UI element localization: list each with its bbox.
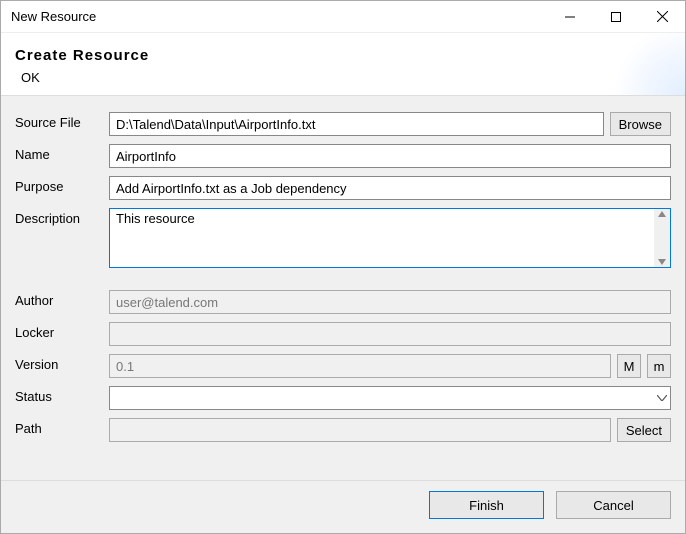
name-label: Name bbox=[15, 144, 103, 162]
row-locker: Locker bbox=[15, 322, 671, 346]
maximize-icon bbox=[611, 12, 621, 22]
status-label: Status bbox=[15, 386, 103, 404]
version-major-button[interactable]: M bbox=[617, 354, 641, 378]
version-minor-button[interactable]: m bbox=[647, 354, 671, 378]
version-input bbox=[109, 354, 611, 378]
chevron-down-icon bbox=[657, 395, 667, 401]
scroll-down-icon bbox=[658, 259, 666, 265]
row-purpose: Purpose bbox=[15, 176, 671, 200]
close-icon bbox=[657, 11, 668, 22]
dialog: New Resource Create Resource OK Source F… bbox=[0, 0, 686, 534]
purpose-label: Purpose bbox=[15, 176, 103, 194]
header-title: Create Resource bbox=[15, 47, 671, 64]
row-source-file: Source File Browse bbox=[15, 112, 671, 136]
row-path: Path Select bbox=[15, 418, 671, 442]
cancel-button[interactable]: Cancel bbox=[556, 491, 671, 519]
scroll-up-icon bbox=[658, 211, 666, 217]
version-label: Version bbox=[15, 354, 103, 372]
status-select-wrap[interactable] bbox=[109, 386, 671, 410]
close-button[interactable] bbox=[639, 1, 685, 33]
source-file-input[interactable] bbox=[109, 112, 604, 136]
maximize-button[interactable] bbox=[593, 1, 639, 33]
row-description: Description bbox=[15, 208, 671, 268]
titlebar: New Resource bbox=[1, 1, 685, 33]
minimize-button[interactable] bbox=[547, 1, 593, 33]
row-version: Version M m bbox=[15, 354, 671, 378]
description-wrap bbox=[109, 208, 671, 268]
select-path-button[interactable]: Select bbox=[617, 418, 671, 442]
row-author: Author bbox=[15, 290, 671, 314]
author-label: Author bbox=[15, 290, 103, 308]
purpose-input[interactable] bbox=[109, 176, 671, 200]
row-name: Name bbox=[15, 144, 671, 168]
row-status: Status bbox=[15, 386, 671, 410]
path-input bbox=[109, 418, 611, 442]
locker-label: Locker bbox=[15, 322, 103, 340]
spacer bbox=[15, 276, 671, 282]
window-controls bbox=[547, 1, 685, 33]
window-title: New Resource bbox=[11, 9, 547, 24]
header-decoration bbox=[605, 33, 685, 95]
description-input[interactable] bbox=[109, 208, 671, 268]
header-subtitle: OK bbox=[21, 70, 671, 85]
finish-button[interactable]: Finish bbox=[429, 491, 544, 519]
name-input[interactable] bbox=[109, 144, 671, 168]
footer: Finish Cancel bbox=[1, 480, 685, 533]
path-label: Path bbox=[15, 418, 103, 436]
header: Create Resource OK bbox=[1, 33, 685, 96]
locker-input bbox=[109, 322, 671, 346]
form: Source File Browse Name Purpose Descript… bbox=[1, 96, 685, 480]
author-input bbox=[109, 290, 671, 314]
source-file-label: Source File bbox=[15, 112, 103, 130]
browse-button[interactable]: Browse bbox=[610, 112, 671, 136]
description-label: Description bbox=[15, 208, 103, 226]
minimize-icon bbox=[565, 12, 575, 22]
description-scrollbar[interactable] bbox=[654, 209, 670, 267]
status-select[interactable] bbox=[109, 386, 671, 410]
